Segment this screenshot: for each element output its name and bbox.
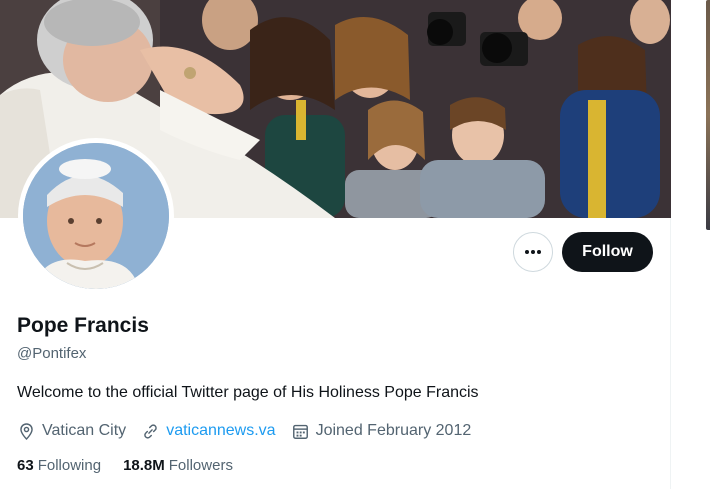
more-options-button[interactable] <box>513 232 553 272</box>
profile-stats: 63 Following 18.8M Followers <box>17 457 255 474</box>
avatar-image <box>23 143 169 289</box>
profile-display-name: Pope Francis <box>17 314 149 337</box>
followers-label: Followers <box>168 457 233 474</box>
profile-meta: Vatican City vaticannews.va Joined Febru… <box>17 420 486 442</box>
followers-stat[interactable]: 18.8M Followers <box>123 457 233 474</box>
sidebar-media-thumbnail[interactable] <box>706 0 710 230</box>
more-horizontal-icon <box>525 250 541 254</box>
profile-page: Follow Pope Francis @Pontifex Welcome to… <box>0 0 710 489</box>
profile-column: Follow Pope Francis @Pontifex Welcome to… <box>0 0 671 489</box>
joined-item: Joined February 2012 <box>291 422 472 441</box>
following-count: 63 <box>17 457 34 474</box>
follow-button[interactable]: Follow <box>562 232 653 272</box>
following-label: Following <box>37 457 102 474</box>
profile-avatar[interactable] <box>18 138 174 294</box>
website-link[interactable]: vaticannews.va <box>166 422 275 440</box>
followers-count: 18.8M <box>123 457 165 474</box>
calendar-icon <box>292 424 308 439</box>
location-pin-icon <box>20 422 33 440</box>
location-item: Vatican City <box>17 422 126 441</box>
joined-text: Joined February 2012 <box>315 422 472 439</box>
following-stat[interactable]: 63 Following <box>17 457 101 474</box>
avatar-portrait <box>23 143 169 289</box>
profile-bio: Welcome to the official Twitter page of … <box>17 384 479 401</box>
profile-handle: @Pontifex <box>17 345 87 362</box>
link-icon <box>144 423 157 439</box>
location-text: Vatican City <box>42 422 127 439</box>
website-item[interactable]: vaticannews.va <box>141 422 276 441</box>
